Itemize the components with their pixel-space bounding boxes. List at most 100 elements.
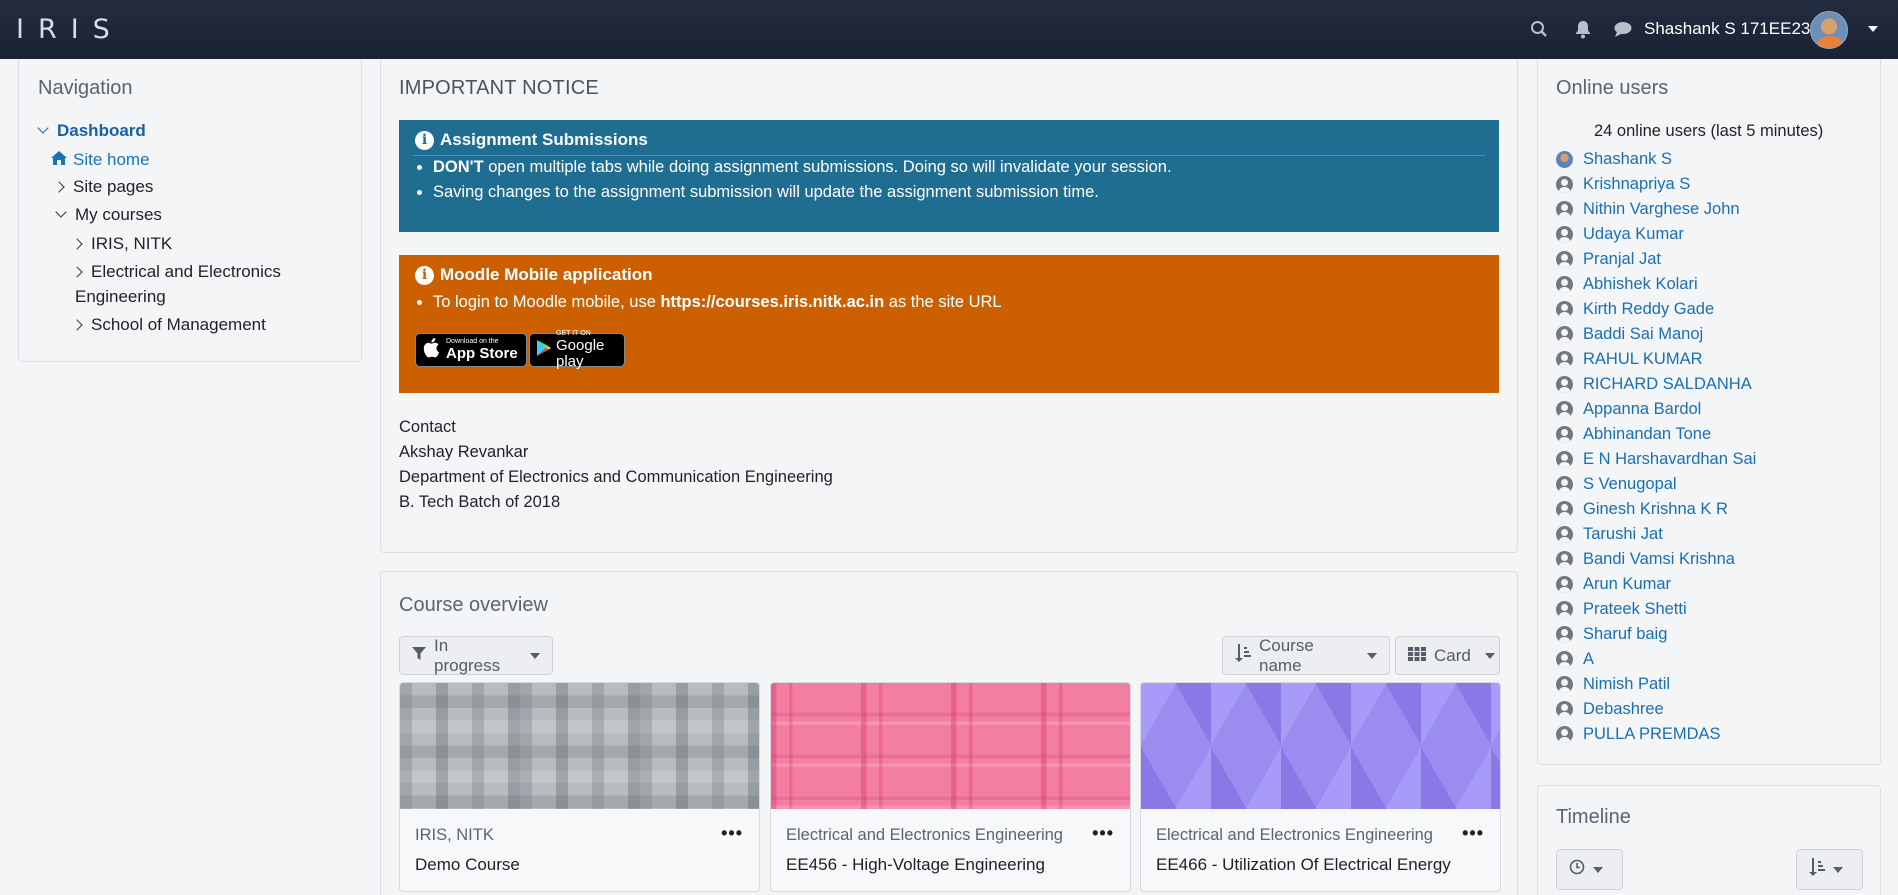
online-user-name[interactable]: Appanna Bardol (1583, 400, 1701, 419)
online-user-name[interactable]: Krishnapriya S (1583, 175, 1690, 194)
online-users-list: Shashank S Krishnapriya S Nithin Varghese … (1556, 147, 1756, 747)
online-user-item[interactable]: Tarushi Jat (1556, 522, 1756, 547)
bell-icon[interactable] (1572, 18, 1594, 40)
online-user-name[interactable]: Nithin Varghese John (1583, 200, 1740, 219)
search-icon[interactable] (1528, 18, 1550, 40)
filter-dropdown[interactable]: In progress (399, 636, 553, 675)
timeline-filter-dropdown[interactable] (1556, 849, 1623, 890)
online-user-name[interactable]: S Venugopal (1583, 475, 1677, 494)
assignment-alert-list: DON'T open multiple tabs while doing ass… (433, 155, 1172, 205)
navigation-title: Navigation (38, 77, 133, 99)
online-user-item[interactable]: Arun Kumar (1556, 572, 1756, 597)
online-user-item[interactable]: Ginesh Krishna K R (1556, 497, 1756, 522)
user-menu-caret-icon[interactable] (1868, 26, 1878, 32)
online-user-item[interactable]: PULLA PREMDAS (1556, 722, 1756, 747)
online-user-item[interactable]: RAHUL KUMAR (1556, 347, 1756, 372)
online-user-name[interactable]: Arun Kumar (1583, 575, 1671, 594)
course-name-link[interactable]: EE456 - High-Voltage Engineering (786, 855, 1045, 875)
site-url: https://courses.iris.nitk.ac.in (660, 293, 885, 311)
user-icon (1556, 451, 1573, 468)
online-user-name[interactable]: Shashank S (1583, 150, 1672, 169)
online-user-name[interactable]: PULLA PREMDAS (1583, 725, 1721, 744)
sort-dropdown[interactable]: Course name (1222, 636, 1390, 675)
site-logo[interactable]: IRIS (16, 14, 124, 45)
online-user-item[interactable]: Bandi Vamsi Krishna (1556, 547, 1756, 572)
chevron-down-icon (37, 122, 49, 134)
course-image[interactable] (400, 683, 759, 809)
nav-item-electrical[interactable]: Electrical and Electronics (71, 262, 281, 282)
online-user-item[interactable]: Nithin Varghese John (1556, 197, 1756, 222)
online-user-item[interactable]: Kirth Reddy Gade (1556, 297, 1756, 322)
online-user-item[interactable]: Prateek Shetti (1556, 597, 1756, 622)
timeline-sort-dropdown[interactable] (1796, 849, 1863, 890)
user-icon (1556, 626, 1573, 643)
online-user-name[interactable]: Tarushi Jat (1583, 525, 1663, 544)
online-user-name[interactable]: Sharuf baig (1583, 625, 1667, 644)
online-user-item[interactable]: RICHARD SALDANHA (1556, 372, 1756, 397)
online-user-item[interactable]: Appanna Bardol (1556, 397, 1756, 422)
online-user-item[interactable]: Pranjal Jat (1556, 247, 1756, 272)
online-user-item[interactable]: Debashree (1556, 697, 1756, 722)
online-user-name[interactable]: Bandi Vamsi Krishna (1583, 550, 1735, 569)
course-image[interactable] (1141, 683, 1500, 809)
online-user-name[interactable]: Prateek Shetti (1583, 600, 1687, 619)
online-user-item[interactable]: Abhishek Kolari (1556, 272, 1756, 297)
nav-item-school-of-management[interactable]: School of Management (71, 315, 266, 335)
online-user-item[interactable]: A (1556, 647, 1756, 672)
filter-icon (412, 646, 426, 666)
course-card[interactable]: IRIS, NITK ••• Demo Course (399, 682, 760, 892)
store-buttons: Download on the App Store GET IT ON Google… (415, 330, 625, 370)
nav-item-electrical-cont[interactable]: Engineering (75, 287, 166, 307)
online-user-item[interactable]: Krishnapriya S (1556, 172, 1756, 197)
online-user-name[interactable]: Pranjal Jat (1583, 250, 1661, 269)
online-user-name[interactable]: Kirth Reddy Gade (1583, 300, 1714, 319)
user-photo-icon (1556, 151, 1573, 168)
more-options-icon[interactable]: ••• (721, 824, 743, 842)
user-menu-name[interactable]: Shashank S 171EE238 (1644, 19, 1820, 39)
course-card[interactable]: Electrical and Electronics Engineering •… (1140, 682, 1501, 892)
chat-icon[interactable] (1612, 18, 1634, 40)
online-user-name[interactable]: Udaya Kumar (1583, 225, 1684, 244)
online-user-name[interactable]: Nimish Patil (1583, 675, 1670, 694)
more-options-icon[interactable]: ••• (1092, 824, 1114, 842)
online-user-item[interactable]: E N Harshavardhan Sai (1556, 447, 1756, 472)
online-user-item[interactable]: Udaya Kumar (1556, 222, 1756, 247)
more-options-icon[interactable]: ••• (1462, 824, 1484, 842)
caret-down-icon (530, 652, 540, 659)
app-store-button[interactable]: Download on the App Store (415, 333, 527, 367)
notice-title: IMPORTANT NOTICE (399, 77, 599, 99)
timeline-block: Timeline (1537, 785, 1881, 895)
course-name-link[interactable]: EE466 - Utilization Of Electrical Energy (1156, 855, 1451, 875)
avatar[interactable] (1810, 11, 1848, 49)
online-user-name[interactable]: Ginesh Krishna K R (1583, 500, 1728, 519)
online-user-name[interactable]: RAHUL KUMAR (1583, 350, 1703, 369)
online-users-summary: 24 online users (last 5 minutes) (1594, 122, 1824, 140)
course-card[interactable]: Electrical and Electronics Engineering •… (770, 682, 1131, 892)
nav-item-site-home[interactable]: Site home (51, 150, 150, 170)
online-user-item[interactable]: Nimish Patil (1556, 672, 1756, 697)
online-user-name[interactable]: Baddi Sai Manoj (1583, 325, 1703, 344)
contact-batch: B. Tech Batch of 2018 (399, 493, 561, 511)
online-user-item[interactable]: S Venugopal (1556, 472, 1756, 497)
online-user-item[interactable]: Baddi Sai Manoj (1556, 322, 1756, 347)
course-name-link[interactable]: Demo Course (415, 855, 520, 875)
online-user-name[interactable]: Abhishek Kolari (1583, 275, 1698, 294)
online-user-item[interactable]: Abhinandan Tone (1556, 422, 1756, 447)
caret-down-icon (1833, 866, 1843, 873)
online-user-item[interactable]: Shashank S (1556, 147, 1756, 172)
online-user-item[interactable]: Sharuf baig (1556, 622, 1756, 647)
nav-item-dashboard[interactable]: Dashboard (37, 121, 146, 141)
online-user-name[interactable]: A (1583, 650, 1594, 669)
contact-info: Contact Akshay Revankar Department of El… (399, 415, 833, 515)
nav-item-iris-nitk[interactable]: IRIS, NITK (71, 234, 172, 254)
online-user-name[interactable]: RICHARD SALDANHA (1583, 375, 1752, 394)
online-user-name[interactable]: E N Harshavardhan Sai (1583, 450, 1756, 469)
nav-item-my-courses[interactable]: My courses (55, 205, 162, 225)
online-user-name[interactable]: Abhinandan Tone (1583, 425, 1711, 444)
user-icon (1556, 401, 1573, 418)
view-dropdown[interactable]: Card (1395, 636, 1500, 675)
google-play-button[interactable]: GET IT ON Google play (529, 330, 625, 370)
course-image[interactable] (771, 683, 1130, 809)
online-user-name[interactable]: Debashree (1583, 700, 1664, 719)
nav-item-site-pages[interactable]: Site pages (53, 177, 153, 197)
